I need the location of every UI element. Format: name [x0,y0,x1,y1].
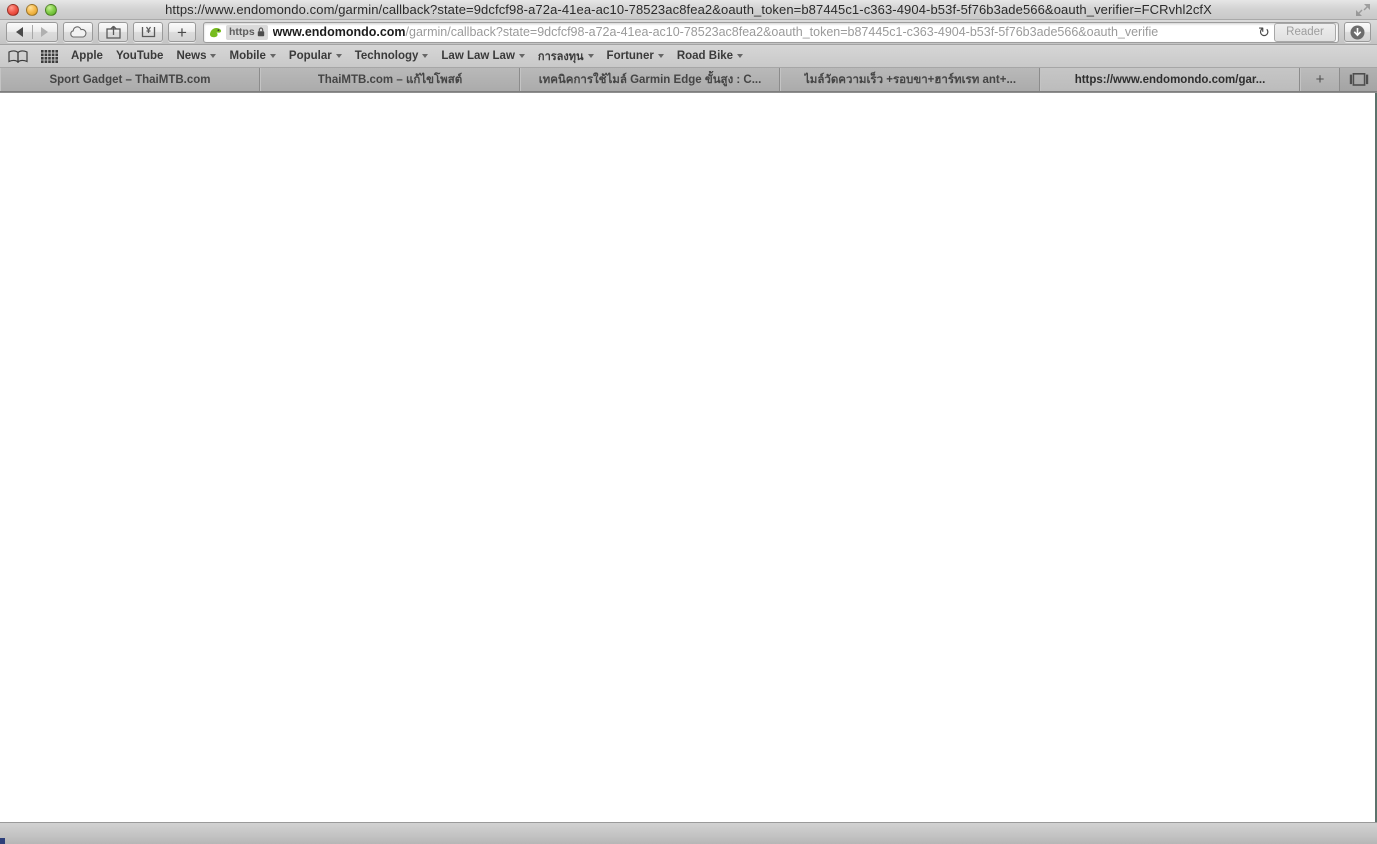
reload-button[interactable]: ↻ [1255,23,1273,42]
bookmark-item-road-bike[interactable]: Road Bike [676,50,744,62]
bookmarks-bar: Apple YouTube News Mobile Popular Techno… [0,45,1377,68]
bookmark-item-mobile[interactable]: Mobile [229,50,276,62]
close-window-button[interactable] [7,4,19,16]
share-button[interactable] [98,22,128,42]
bookmark-item-popular[interactable]: Popular [289,50,342,62]
chevron-down-icon [657,54,664,58]
url-display: www.endomondo.com/garmin/callback?state=… [273,25,1255,39]
back-arrow-icon [16,27,23,37]
forward-arrow-icon [41,27,48,37]
plus-icon: + [177,22,187,42]
bookmark-label: Apple [71,50,103,62]
window-controls [7,4,57,16]
new-tab-button-tabbar[interactable]: + [1300,68,1340,91]
downloads-icon [1350,25,1365,39]
url-host: www.endomondo.com [272,25,406,39]
browser-window: https://www.endomondo.com/garmin/callbac… [0,0,1377,844]
bookmark-item-youtube[interactable]: YouTube [116,50,163,62]
icloud-tabs-button[interactable] [63,22,93,42]
page-content-area[interactable] [0,92,1377,822]
nav-buttons-group [6,22,58,42]
bookmark-label: การลงทุน [537,51,584,63]
chevron-down-icon [422,54,429,58]
bottom-bar [0,822,1377,844]
tab-speed-cadence-heartrate[interactable]: ไมล์วัดความเร็ว +รอบขา+ฮาร์ทเรท ant+... [780,68,1040,91]
bookmark-label: Popular [288,50,332,62]
bookmark-item-apple[interactable]: Apple [71,50,103,62]
bookmark-item-investment[interactable]: การลงทุน [538,47,594,65]
chevron-down-icon [518,54,525,58]
chevron-down-icon [335,54,342,58]
bookmark-label: Mobile [229,50,266,62]
reader-label: Reader [1286,26,1324,38]
plus-icon: + [1315,71,1325,88]
tab-label: https://www.endomondo.com/gar... [1074,73,1266,86]
top-sites-grid-icon[interactable] [41,49,58,63]
address-bar[interactable]: https www.endomondo.com/garmin/callback?… [203,21,1339,43]
endomondo-favicon [207,24,223,40]
minimize-window-button[interactable] [26,4,38,16]
tab-label: ThaiMTB.com – แก้ไขโพสต์ [317,73,463,86]
add-bookmark-icon [141,26,155,38]
reader-button[interactable]: Reader [1274,22,1336,42]
tab-bar: Sport Gadget – ThaiMTB.com ThaiMTB.com –… [0,68,1377,92]
add-bookmark-button[interactable] [133,22,163,42]
bookmark-item-fortuner[interactable]: Fortuner [607,50,664,62]
bookmark-label: Road Bike [676,50,734,62]
back-button[interactable] [7,23,32,41]
chevron-down-icon [210,54,217,58]
downloads-button[interactable] [1344,22,1371,42]
tab-garmin-edge-techniques[interactable]: เทคนิคการใช้ไมล์ Garmin Edge ขั้นสูง : C… [520,68,780,91]
url-path: /garmin/callback?state=9dcfcf98-a72a-41e… [405,25,1159,39]
tab-overview-button[interactable] [1340,68,1377,91]
bookmark-label: YouTube [115,50,164,62]
tab-label: ไมล์วัดความเร็ว +รอบขา+ฮาร์ทเรท ant+... [803,73,1017,86]
chevron-down-icon [269,54,276,58]
tab-label: Sport Gadget – ThaiMTB.com [49,73,211,86]
window-title: https://www.endomondo.com/garmin/callbac… [165,2,1212,17]
book-sidebar-icon[interactable] [8,49,28,63]
new-tab-button[interactable]: + [168,22,196,42]
share-icon [105,25,121,39]
bookmark-item-law-law-law[interactable]: Law Law Law [441,50,525,62]
bookmark-label: News [176,50,207,62]
https-label: https [229,26,255,38]
bookmark-label: Technology [354,50,419,62]
tab-overview-icon [1349,73,1368,86]
bookmark-item-news[interactable]: News [176,50,217,62]
forward-button[interactable] [32,23,57,41]
tab-label: เทคนิคการใช้ไมล์ Garmin Edge ขั้นสูง : C… [538,73,762,86]
reload-icon: ↻ [1258,23,1270,40]
tab-thaimtb-edit-post[interactable]: ThaiMTB.com – แก้ไขโพสต์ [260,68,520,91]
tab-sport-gadget[interactable]: Sport Gadget – ThaiMTB.com [0,68,260,91]
chevron-down-icon [737,54,744,58]
bookmark-label: Fortuner [606,50,654,62]
bookmark-item-technology[interactable]: Technology [355,50,429,62]
tab-endomondo-garmin[interactable]: https://www.endomondo.com/gar... [1040,68,1300,91]
zoom-window-button[interactable] [45,4,57,16]
bookmark-label: Law Law Law [441,50,515,62]
chevron-down-icon [587,54,594,58]
bottom-left-indicator [0,838,5,844]
nav-divider [32,25,33,39]
browser-toolbar: + https www.endomondo.com/garmin/callbac… [0,20,1377,45]
https-badge: https [226,24,268,40]
lock-icon [257,27,264,37]
fullscreen-arrows-icon[interactable] [1355,3,1371,17]
title-bar: https://www.endomondo.com/garmin/callbac… [0,0,1377,20]
icloud-tabs-icon [70,26,87,38]
